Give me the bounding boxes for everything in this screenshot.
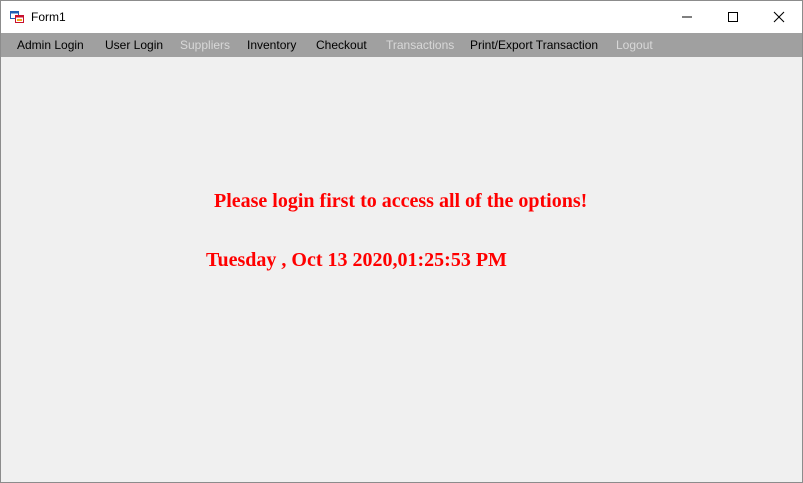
maximize-icon — [728, 12, 738, 22]
menu-item-transactions: Transactions — [386, 38, 455, 52]
menu-item-admin-login[interactable]: Admin Login — [17, 37, 84, 53]
minimize-button[interactable] — [664, 1, 710, 33]
menu-bar: Admin Login User Login Suppliers Invento… — [1, 33, 802, 57]
menu-item-checkout[interactable]: Checkout — [316, 37, 367, 53]
menu-item-suppliers: Suppliers — [180, 38, 231, 52]
current-datetime-label: Tuesday , Oct 13 2020,01:25:53 PM — [206, 249, 507, 271]
form-icon[interactable] — [10, 10, 24, 24]
menu-item-user-login[interactable]: User Login — [105, 37, 163, 53]
app-window: Form1 Admin Login User Login Suppliers I… — [0, 0, 803, 483]
menu-item-print-export-transaction[interactable]: Print/Export Transaction — [470, 37, 598, 53]
maximize-button[interactable] — [710, 1, 756, 33]
title-bar[interactable]: Form1 — [1, 1, 802, 33]
window-title: Form1 — [31, 10, 66, 24]
menu-item-logout: Logout — [616, 38, 653, 52]
close-icon — [773, 11, 785, 23]
menu-item-inventory[interactable]: Inventory — [247, 37, 296, 53]
main-content: Please login first to access all of the … — [1, 57, 802, 482]
minimize-icon — [682, 16, 692, 18]
login-required-message: Please login first to access all of the … — [214, 190, 588, 212]
close-button[interactable] — [756, 1, 802, 33]
